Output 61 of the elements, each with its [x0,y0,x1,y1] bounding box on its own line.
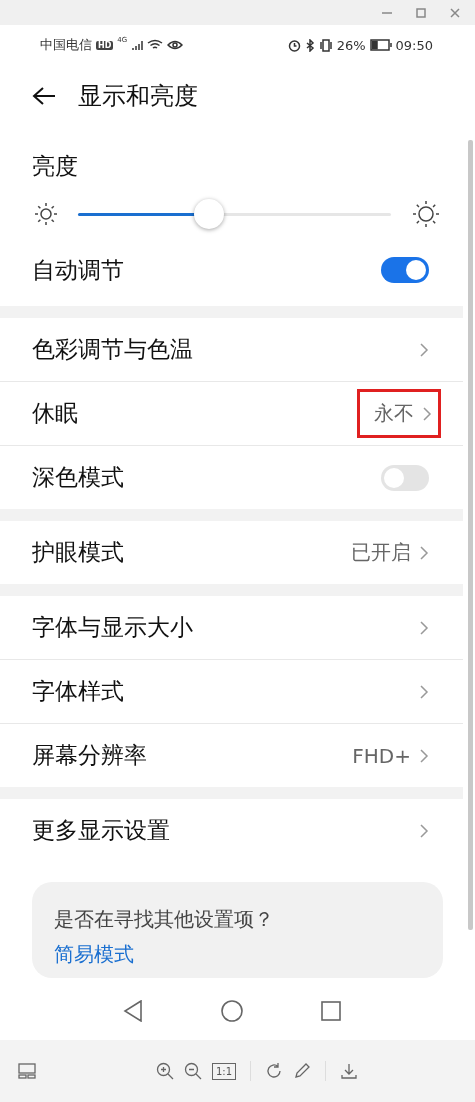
zoom-in-icon[interactable] [156,1062,174,1080]
settings-row[interactable]: 色彩调节与色温 [0,318,463,382]
setting-value: 已开启 [351,539,411,566]
setting-label: 字体样式 [32,677,125,706]
setting-label: 字体与显示大小 [32,613,194,642]
hd-badge: HD [96,40,114,50]
pencil-icon[interactable] [293,1062,312,1080]
zoom-out-icon[interactable] [184,1062,202,1080]
setting-label: 休眠 [32,399,79,428]
recents-nav-icon[interactable] [320,1001,341,1021]
simple-mode-link[interactable]: 简易模式 [54,941,134,968]
maximize-icon [415,6,427,19]
clock-time: 09:50 [395,37,433,53]
setting-label: 自动调节 [32,255,125,285]
chevron-icon [422,405,432,422]
settings-row[interactable]: 护眼模式 已开启 [0,521,463,584]
toggle-switch[interactable] [381,464,429,491]
chevron-icon [419,683,429,700]
vibrate-icon [318,38,333,52]
actual-size-button[interactable]: 1:1 [212,1062,237,1080]
battery-icon [369,39,392,51]
settings-row[interactable]: 屏幕分辨率 FHD+ [0,724,463,787]
sun-small-icon [34,202,58,226]
battery-percent: 26% [336,37,366,53]
wifi-icon [147,39,164,51]
suggestion-question: 是否在寻找其他设置项？ [54,906,275,933]
settings-row[interactable]: 更多显示设置 [0,799,463,862]
setting-label: 屏幕分辨率 [32,741,148,770]
settings-row[interactable]: 深色模式 [0,446,463,509]
page-title: 显示和亮度 [78,81,198,112]
thumbnail-icon[interactable] [18,1063,36,1079]
chevron-icon [419,747,429,764]
chevron-icon [419,822,429,839]
sun-large-icon [411,199,441,229]
settings-row[interactable]: 休眠 永不 [0,382,463,446]
home-nav-icon[interactable] [220,1000,243,1022]
alarm-icon [287,38,301,52]
section-label: 亮度 [31,152,79,181]
back-icon[interactable] [32,86,56,106]
setting-label: 护眼模式 [32,538,125,567]
rotate-icon[interactable] [265,1062,284,1080]
scrollbar[interactable] [468,140,473,930]
settings-row[interactable]: 字体与显示大小 [0,596,463,660]
setting-value: 永不 [374,400,414,427]
carrier-name: 中国电信 [40,36,92,54]
eye-icon [167,39,184,51]
download-icon[interactable] [340,1062,359,1080]
chevron-icon [419,544,429,561]
settings-row[interactable]: 字体样式 [0,660,463,724]
chevron-icon [419,619,429,636]
bluetooth-icon [304,38,315,52]
close-icon [449,6,461,19]
back-nav-icon[interactable] [122,1000,143,1022]
setting-label: 更多显示设置 [32,816,171,845]
signal-icon [131,39,144,51]
slider-thumb[interactable] [194,198,225,229]
setting-label: 色彩调节与色温 [32,335,194,364]
setting-value: FHD+ [352,743,411,768]
setting-label: 深色模式 [32,463,125,492]
chevron-icon [419,341,429,358]
toggle-switch[interactable] [381,257,429,283]
